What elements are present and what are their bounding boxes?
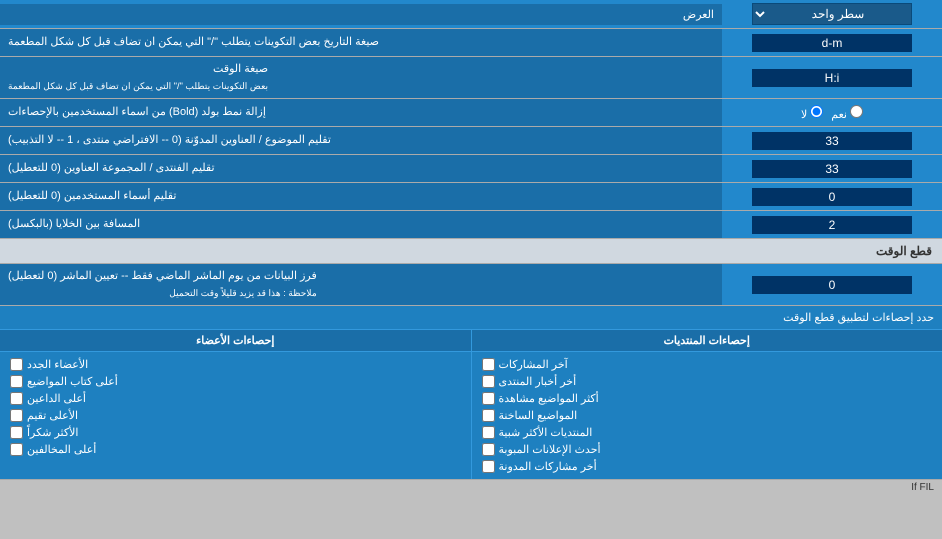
checkbox-top-rated[interactable] xyxy=(10,409,23,422)
time-format-row: صيغة الوقتبعض التكوينات يتطلب "/" التي ي… xyxy=(0,57,942,99)
checkbox-blog-posts[interactable] xyxy=(482,460,495,473)
col1-checkboxes: الأعضاء الجدد أعلى كتاب المواضيع أعلى ال… xyxy=(0,352,472,479)
col2-checkboxes: آخر المشاركات أخر أخبار المنتدى أكثر الم… xyxy=(472,352,942,479)
radio-no-label: لا xyxy=(801,105,823,121)
checkbox-last-posts[interactable] xyxy=(482,358,495,371)
cutoff-days-label: فرز البيانات من يوم الماشر الماضي فقط --… xyxy=(0,264,722,305)
forum-group-input-cell xyxy=(722,155,942,182)
cutoff-days-input-cell xyxy=(722,264,942,305)
usernames-trim-input[interactable] xyxy=(752,188,912,206)
time-format-input-cell xyxy=(722,57,942,98)
checkbox-grid: الأعضاء الجدد أعلى كتاب المواضيع أعلى ال… xyxy=(0,352,942,479)
checkbox-new-members[interactable] xyxy=(10,358,23,371)
checkbox-section: إحصاءات الأعضاء إحصاءات المنتديات الأعضا… xyxy=(0,330,942,480)
list-item: المنتديات الأكثر شبية xyxy=(482,424,933,441)
date-format-label: صيغة التاريخ بعض التكوينات يتطلب "/" الت… xyxy=(0,29,722,56)
cutoff-days-row: فرز البيانات من يوم الماشر الماضي فقط --… xyxy=(0,264,942,306)
list-item: أعلى المخالفين xyxy=(10,441,461,458)
topic-subject-input[interactable] xyxy=(752,132,912,150)
display-label: العرض xyxy=(0,4,722,25)
topic-subject-label: تقليم الموضوع / العناوين المدوّنة (0 -- … xyxy=(0,127,722,154)
checkbox-latest-classifieds[interactable] xyxy=(482,443,495,456)
list-item: آخر المشاركات xyxy=(482,356,933,373)
time-format-input[interactable] xyxy=(752,69,912,87)
list-item: أخر أخبار المنتدى xyxy=(482,373,933,390)
header-row: العرض سطر واحد سطرين ثلاثة أسطر xyxy=(0,0,942,29)
col2-header: إحصاءات المنتديات xyxy=(472,330,942,351)
checkbox-top-topic-writers[interactable] xyxy=(10,375,23,388)
forum-group-label: تقليم الفنتدى / المجموعة العناوين (0 للت… xyxy=(0,155,722,182)
display-dropdown[interactable]: سطر واحد سطرين ثلاثة أسطر xyxy=(752,3,912,25)
checkbox-top-violated[interactable] xyxy=(10,443,23,456)
list-item: الأعضاء الجدد xyxy=(10,356,461,373)
bold-remove-radio-cell: نعم لا xyxy=(722,99,942,126)
radio-yes-label: نعم xyxy=(831,105,863,121)
bold-remove-row: إزالة نمط بولد (Bold) من اسماء المستخدمي… xyxy=(0,99,942,127)
bold-remove-no-radio[interactable] xyxy=(810,105,823,118)
col1-header: إحصاءات الأعضاء xyxy=(0,330,472,351)
checkbox-forum-news[interactable] xyxy=(482,375,495,388)
cell-spacing-row: المسافة بين الخلايا (بالبكسل) xyxy=(0,211,942,239)
forum-group-input[interactable] xyxy=(752,160,912,178)
time-format-label: صيغة الوقتبعض التكوينات يتطلب "/" التي ي… xyxy=(0,57,722,98)
usernames-trim-label: تقليم أسماء المستخدمين (0 للتعطيل) xyxy=(0,183,722,210)
cell-spacing-input-cell xyxy=(722,211,942,238)
list-item: الأعلى تقيم xyxy=(10,407,461,424)
bold-remove-yes-radio[interactable] xyxy=(850,105,863,118)
list-item: المواضيع الساخنة xyxy=(482,407,933,424)
checkbox-hot-topics[interactable] xyxy=(482,409,495,422)
list-item: أعلى الداعين xyxy=(10,390,461,407)
restrict-label: حدد إحصاءات لتطبيق قطع الوقت xyxy=(8,311,934,324)
date-format-input[interactable] xyxy=(752,34,912,52)
checkbox-most-thanked[interactable] xyxy=(10,426,23,439)
date-format-row: صيغة التاريخ بعض التكوينات يتطلب "/" الت… xyxy=(0,29,942,57)
list-item: الأكثر شكراً xyxy=(10,424,461,441)
checkbox-headers: إحصاءات الأعضاء إحصاءات المنتديات xyxy=(0,330,942,352)
display-dropdown-cell: سطر واحد سطرين ثلاثة أسطر xyxy=(722,0,942,28)
bottom-note: If FIL xyxy=(0,480,942,495)
date-format-input-cell xyxy=(722,29,942,56)
usernames-trim-row: تقليم أسماء المستخدمين (0 للتعطيل) xyxy=(0,183,942,211)
checkbox-most-viewed[interactable] xyxy=(482,392,495,405)
topic-subject-row: تقليم الموضوع / العناوين المدوّنة (0 -- … xyxy=(0,127,942,155)
forum-group-row: تقليم الفنتدى / المجموعة العناوين (0 للت… xyxy=(0,155,942,183)
list-item: أعلى كتاب المواضيع xyxy=(10,373,461,390)
checkbox-top-inviters[interactable] xyxy=(10,392,23,405)
restrict-row: حدد إحصاءات لتطبيق قطع الوقت xyxy=(0,306,942,330)
cutoff-section-header: قطع الوقت xyxy=(0,239,942,264)
list-item: أحدث الإعلانات المبوبة xyxy=(482,441,933,458)
list-item: أخر مشاركات المدونة xyxy=(482,458,933,475)
list-item: أكثر المواضيع مشاهدة xyxy=(482,390,933,407)
cell-spacing-input[interactable] xyxy=(752,216,912,234)
main-container: العرض سطر واحد سطرين ثلاثة أسطر صيغة الت… xyxy=(0,0,942,495)
cell-spacing-label: المسافة بين الخلايا (بالبكسل) xyxy=(0,211,722,238)
usernames-trim-input-cell xyxy=(722,183,942,210)
topic-subject-input-cell xyxy=(722,127,942,154)
cutoff-days-input[interactable] xyxy=(752,276,912,294)
checkbox-most-similar-forums[interactable] xyxy=(482,426,495,439)
bold-remove-label: إزالة نمط بولد (Bold) من اسماء المستخدمي… xyxy=(0,99,722,126)
